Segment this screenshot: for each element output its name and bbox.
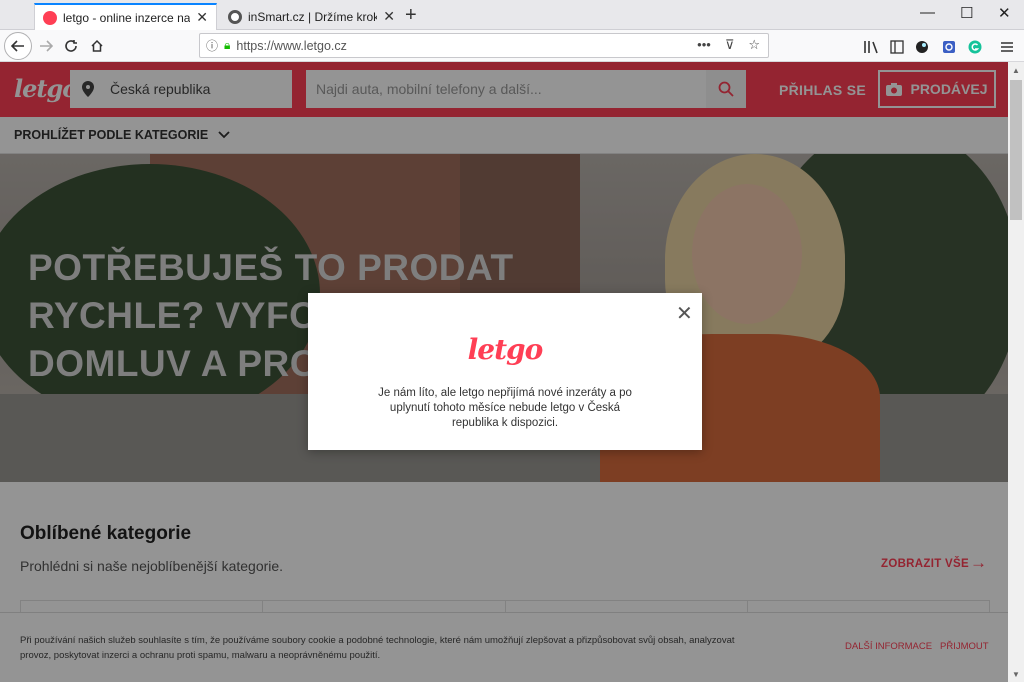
back-button[interactable] — [4, 32, 32, 60]
extension-blue-icon[interactable] — [940, 38, 958, 56]
letgo-favicon-icon — [43, 10, 57, 25]
reload-button[interactable] — [59, 34, 83, 58]
extension-dark-icon[interactable] — [913, 38, 931, 56]
url-bar[interactable]: ⓘ 🔒︎ https://www.letgo.cz ••• ⊽ ☆ — [199, 33, 769, 58]
new-tab-button[interactable]: + — [405, 4, 417, 27]
service-ending-dialog: ✕ letgo Je nám líto, ale letgo nepřijímá… — [308, 293, 702, 450]
forward-arrow-icon — [40, 40, 53, 52]
page-actions-icon[interactable]: ••• — [697, 37, 711, 53]
browser-nav-bar: ⓘ 🔒︎ https://www.letgo.cz ••• ⊽ ☆ — [0, 30, 1024, 62]
maximize-button[interactable]: ☐ — [960, 4, 973, 22]
forward-button[interactable] — [34, 34, 58, 58]
tab-title: letgo - online inzerce na prodá — [63, 10, 191, 25]
close-icon[interactable]: ✕ — [676, 301, 693, 326]
browser-tab-bar: letgo - online inzerce na prodá ✕ inSmar… — [0, 0, 1024, 30]
menu-icon[interactable] — [998, 38, 1016, 56]
home-button[interactable] — [85, 34, 109, 58]
bookmark-star-icon[interactable]: ☆ — [748, 37, 760, 53]
insmart-favicon-icon — [228, 9, 242, 24]
pocket-icon[interactable]: ⊽ — [725, 37, 735, 53]
tab-title: inSmart.cz | Držíme krok s dob — [248, 9, 378, 24]
scroll-down-icon[interactable]: ▼ — [1008, 666, 1024, 682]
home-icon — [91, 39, 103, 52]
minimize-button[interactable]: — — [920, 4, 935, 21]
library-icon[interactable] — [862, 38, 880, 56]
scroll-up-icon[interactable]: ▲ — [1008, 62, 1024, 78]
sidebar-icon[interactable] — [888, 38, 906, 56]
info-icon[interactable]: ⓘ — [206, 37, 218, 54]
tab-close-icon[interactable]: ✕ — [196, 9, 208, 26]
url-text[interactable]: https://www.letgo.cz — [236, 39, 346, 53]
tab-letgo[interactable]: letgo - online inzerce na prodá ✕ — [34, 3, 217, 30]
tab-insmart[interactable]: inSmart.cz | Držíme krok s dob ✕ — [220, 3, 403, 30]
lock-icon[interactable]: 🔒︎ — [224, 38, 230, 53]
reload-icon — [65, 40, 77, 52]
scrollbar-thumb[interactable] — [1010, 80, 1022, 220]
page-viewport: letgo Česká republika Najdi auta, mobiln… — [0, 62, 1008, 682]
back-arrow-icon — [11, 40, 24, 52]
dialog-message: Je nám líto, ale letgo nepřijímá nové in… — [378, 387, 632, 429]
grammarly-icon[interactable] — [966, 38, 984, 56]
close-window-button[interactable]: ✕ — [998, 4, 1011, 22]
tab-close-icon[interactable]: ✕ — [383, 8, 395, 25]
dialog-letgo-logo: letgo — [467, 333, 544, 366]
